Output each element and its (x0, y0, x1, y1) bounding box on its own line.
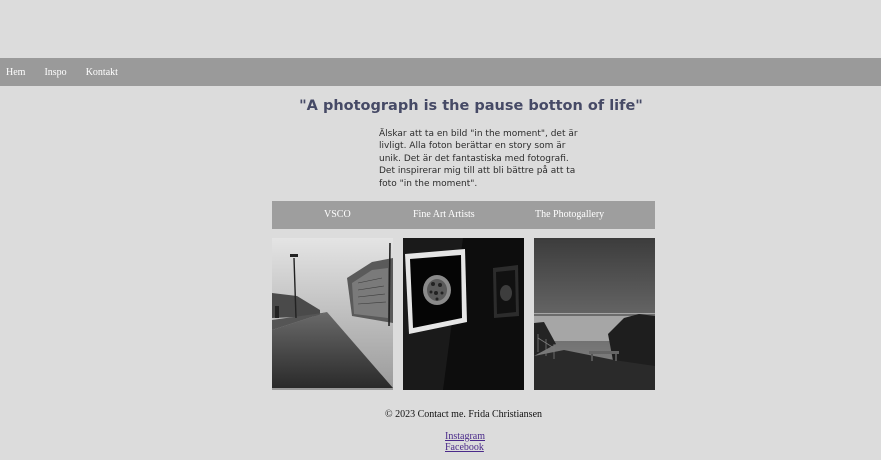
link-the-photogallery[interactable]: The Photogallery (535, 201, 604, 229)
external-links-bar: VSCO Fine Art Artists The Photogallery (272, 201, 655, 229)
link-fine-art-artists[interactable]: Fine Art Artists (413, 201, 475, 229)
seaside-bench-photo[interactable] (534, 238, 655, 390)
link-vsco[interactable]: VSCO (324, 201, 351, 229)
city-street-photo[interactable] (272, 238, 393, 390)
footer-link-instagram[interactable]: Instagram (445, 431, 485, 442)
footer-copyright: © 2023 Contact me. Frida Christiansen (384, 409, 543, 420)
page-quote: "A photograph is the pause botton of lif… (299, 98, 643, 114)
framed-leopard-gallery-photo[interactable] (403, 238, 524, 390)
intro-paragraph: Älskar att ta en bild "in the moment", d… (379, 129, 578, 189)
nav-link-kontakt[interactable]: Kontakt (86, 67, 118, 78)
footer-link-facebook[interactable]: Facebook (445, 442, 484, 453)
nav-link-hem[interactable]: Hem (6, 67, 25, 78)
top-navbar: Hem Inspo Kontakt (0, 58, 881, 86)
nav-link-inspo[interactable]: Inspo (44, 67, 66, 78)
